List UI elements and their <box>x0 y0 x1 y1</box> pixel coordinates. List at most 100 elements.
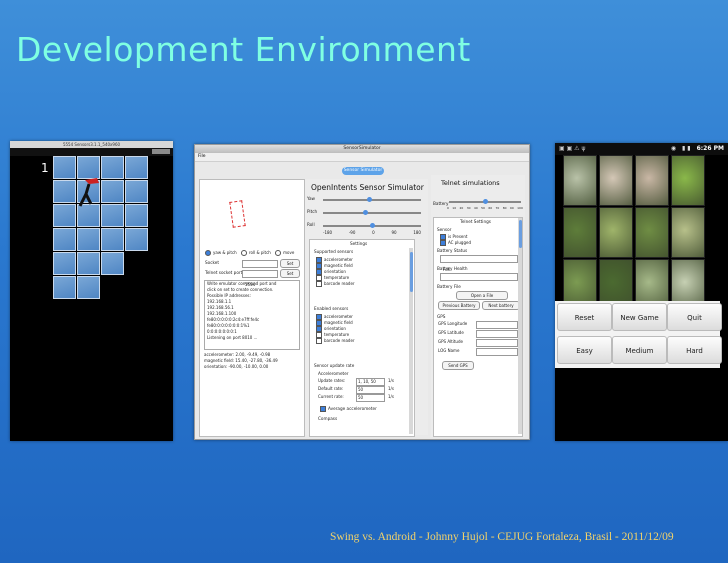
emulator-title-bar: 5554 Sensors3.1.1_540x960 <box>10 141 173 148</box>
roll-label: Roll <box>307 222 315 227</box>
average-checkbox[interactable]: Average accelerometer <box>320 406 377 412</box>
rate-list: Update rates: 1, 10, 50 1/s Default rate: 50… <box>318 378 408 402</box>
rate-label: Default rate: <box>318 386 344 391</box>
telnet-port-input[interactable]: 5554 <box>242 270 278 287</box>
checkbox-icon[interactable] <box>316 281 322 287</box>
supported-heading: Supported sensors <box>314 249 354 254</box>
puzzle-tile[interactable] <box>101 228 124 251</box>
puzzle-tile[interactable] <box>53 228 76 251</box>
emulator-status-bar <box>10 148 173 156</box>
status-time: 6:26 PM <box>696 145 724 152</box>
axis-tick: 180 <box>413 230 421 235</box>
settings-scrollbar[interactable] <box>409 248 413 434</box>
settings-pane: Settings Supported sensors accelerometer… <box>309 239 415 437</box>
gps-input[interactable] <box>476 330 518 338</box>
radio-move[interactable] <box>275 250 282 256</box>
socket-input[interactable]: 8010 <box>242 260 278 277</box>
pitch-slider[interactable] <box>323 210 421 215</box>
easy-button[interactable]: Easy <box>557 336 612 364</box>
pitch-knob[interactable] <box>363 210 368 215</box>
image-tile[interactable] <box>599 155 633 206</box>
image-tile[interactable] <box>635 207 669 258</box>
puzzle-tile[interactable] <box>101 252 124 275</box>
compass-label: Compass <box>318 416 338 421</box>
yaw-slider[interactable] <box>323 197 421 202</box>
battery-tick: 60 <box>488 206 493 210</box>
puzzle-tile[interactable] <box>125 204 148 227</box>
gps-input[interactable] <box>476 339 518 347</box>
puzzle-tile[interactable] <box>53 204 76 227</box>
image-tile[interactable] <box>563 155 597 206</box>
checkbox-label: magnetic field <box>324 263 353 268</box>
radio-roll-pitch[interactable] <box>241 250 247 256</box>
puzzle-tile[interactable] <box>53 252 76 275</box>
puzzle-tile[interactable] <box>53 180 76 203</box>
reset-button[interactable]: Reset <box>557 303 612 331</box>
puzzle-tile[interactable] <box>125 180 148 203</box>
puzzle-tile[interactable] <box>77 276 100 299</box>
socket-set-button[interactable]: Set <box>280 259 300 268</box>
new-game-button[interactable]: New Game <box>612 303 667 331</box>
checkbox-icon[interactable] <box>440 240 446 246</box>
battery-knob[interactable] <box>483 199 488 204</box>
gps-input[interactable] <box>476 321 518 329</box>
puzzle-tile[interactable] <box>101 180 124 203</box>
enabled-sensor-checkbox[interactable]: barcode reader <box>316 338 355 344</box>
checkbox-icon[interactable] <box>316 338 322 344</box>
left-pane: yaw & pitch roll & pitch move Socket 801… <box>199 179 305 437</box>
telnet-set-button[interactable]: Set <box>280 269 300 278</box>
open-file-button[interactable]: Open a File <box>456 291 508 300</box>
battery-slider[interactable] <box>449 199 521 204</box>
telnet-settings-label: Telnet Settings <box>460 219 491 224</box>
medium-button[interactable]: Medium <box>612 336 667 364</box>
gps-row: GPS Altitude <box>438 339 518 348</box>
pitch-label: Pitch <box>307 209 318 214</box>
tab-sensor-simulator[interactable]: Sensor Simulator <box>342 167 384 175</box>
battery-sensor-checkbox[interactable]: AC plugged <box>440 240 471 246</box>
hard-button[interactable]: Hard <box>667 336 722 364</box>
radio-yaw-pitch[interactable] <box>205 250 211 256</box>
image-tile[interactable] <box>563 207 597 258</box>
image-tile[interactable] <box>599 207 633 258</box>
yaw-knob[interactable] <box>367 197 372 202</box>
log-text-area[interactable]: Write emulator command port and click on … <box>204 280 300 350</box>
image-tile[interactable] <box>671 155 705 206</box>
puzzle-tile[interactable] <box>101 156 124 179</box>
battery-health-field[interactable] <box>440 273 518 281</box>
gps-row: GPS Longitude <box>438 321 518 330</box>
rate-input[interactable]: 1, 10, 50 <box>356 378 385 386</box>
roll-slider[interactable] <box>323 223 421 228</box>
image-puzzle-grid[interactable] <box>563 155 709 310</box>
supported-sensor-checkbox[interactable]: barcode reader <box>316 281 355 287</box>
puzzle-tile[interactable] <box>101 204 124 227</box>
update-rate-heading: Sensor update rate <box>314 363 355 368</box>
telnet-scrollbar[interactable] <box>518 218 522 434</box>
previous-battery-button[interactable]: Previous Battery <box>438 301 480 310</box>
gps-input[interactable] <box>476 348 518 356</box>
image-tile[interactable] <box>671 207 705 258</box>
button-panel: Reset New Game Quit Easy Medium Hard <box>555 301 722 368</box>
puzzle-tile[interactable] <box>77 252 100 275</box>
battery-tick: 30 <box>466 206 471 210</box>
puzzle-tile[interactable] <box>53 276 76 299</box>
puzzle-tile[interactable] <box>125 156 148 179</box>
gps-label: LOG Name <box>438 348 460 353</box>
checkbox-label: temperature <box>324 275 350 280</box>
rate-input[interactable]: 50 <box>356 394 385 402</box>
enabled-list: accelerometer magnetic field orientation te… <box>316 314 355 344</box>
image-tile[interactable] <box>635 155 669 206</box>
menu-file[interactable]: File <box>195 153 529 162</box>
send-gps-button[interactable]: Send GPS <box>442 361 474 370</box>
radio-label: roll & pitch <box>249 250 271 255</box>
battery-status-field[interactable]: Full <box>440 255 518 272</box>
puzzle-tile[interactable] <box>125 228 148 251</box>
puzzle-tile[interactable] <box>53 156 76 179</box>
puzzle-tile[interactable] <box>77 228 100 251</box>
emulator-screenshot-left: 5554 Sensors3.1.1_540x960 1 <box>10 141 173 441</box>
quit-button[interactable]: Quit <box>667 303 722 331</box>
puzzle-grid[interactable] <box>53 156 149 306</box>
next-battery-button[interactable]: Next battery <box>482 301 520 310</box>
window-title: SensorSimulator <box>195 145 529 153</box>
roll-knob[interactable] <box>370 223 375 228</box>
rate-input[interactable]: 50 <box>356 386 385 394</box>
